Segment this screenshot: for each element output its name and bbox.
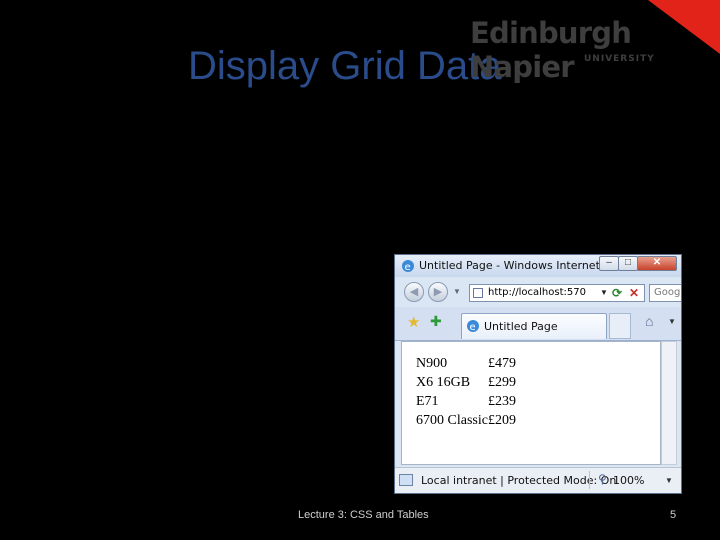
tab-label: Untitled Page xyxy=(484,320,558,333)
favorites-star-icon[interactable]: ★ xyxy=(407,313,420,331)
ie-icon: e xyxy=(402,260,414,273)
back-button[interactable]: ◀ xyxy=(404,282,424,302)
stop-icon[interactable]: ✕ xyxy=(629,286,639,300)
status-bar: Local intranet | Protected Mode: On ⚲ 10… xyxy=(395,467,681,493)
product-name: X6 16GB xyxy=(416,374,471,390)
logo-triangle-icon xyxy=(648,0,720,54)
address-bar[interactable]: http://localhost:570 ▼ ⟳ ✕ xyxy=(469,284,645,302)
intranet-icon xyxy=(399,474,413,486)
window-titlebar[interactable]: e Untitled Page - Windows Internet Ex...… xyxy=(395,255,681,277)
svg-text:e: e xyxy=(470,322,476,333)
table-row: N900 £479 xyxy=(416,354,516,373)
ie-page-icon: e xyxy=(467,320,479,333)
home-icon[interactable]: ⌂ xyxy=(645,313,653,329)
refresh-icon[interactable]: ⟳ xyxy=(612,286,622,300)
vertical-scrollbar[interactable] xyxy=(661,341,677,465)
slide-title: Display Grid Data xyxy=(188,44,502,88)
page-number: 5 xyxy=(670,509,677,521)
logo-subtitle: UNIVERSITY xyxy=(584,54,655,64)
new-tab-button[interactable] xyxy=(609,313,631,339)
minimize-button[interactable]: – xyxy=(599,256,619,271)
forward-button[interactable]: ▶ xyxy=(428,282,448,302)
university-logo: Edinburgh Napier UNIVERSITY xyxy=(466,0,720,84)
svg-text:e: e xyxy=(405,262,411,273)
history-dropdown-icon[interactable]: ▼ xyxy=(453,287,461,296)
table-row: 6700 Classic £209 xyxy=(416,411,516,430)
product-price: £479 xyxy=(488,355,516,371)
zoom-icon[interactable]: ⚲ xyxy=(598,472,607,486)
tab-untitled-page[interactable]: e Untitled Page xyxy=(461,313,607,339)
page-content: N900 £479 X6 16GB £299 E71 £239 6700 Cla… xyxy=(401,341,661,465)
maximize-button[interactable]: □ xyxy=(618,256,638,271)
grid-table: N900 £479 X6 16GB £299 E71 £239 6700 Cla… xyxy=(416,354,516,430)
zoom-level[interactable]: 100% xyxy=(613,474,644,487)
search-placeholder: Goog xyxy=(654,287,681,298)
search-input[interactable]: Goog xyxy=(649,284,681,302)
tab-bar: ★ ✚ e Untitled Page ⌂ ▼ xyxy=(395,307,681,341)
address-text[interactable]: http://localhost:570 xyxy=(488,287,598,298)
zoom-dropdown-icon[interactable]: ▼ xyxy=(665,476,673,485)
navigation-bar: ◀ ▶ ▼ http://localhost:570 ▼ ⟳ ✕ Goog xyxy=(395,277,681,307)
table-row: X6 16GB £299 xyxy=(416,373,516,392)
home-dropdown-icon[interactable]: ▼ xyxy=(668,317,676,326)
window-title: Untitled Page - Windows Internet Ex... xyxy=(419,259,628,272)
product-name: N900 xyxy=(416,355,448,371)
status-divider xyxy=(589,471,590,489)
table-row: E71 £239 xyxy=(416,392,516,411)
address-dropdown-icon[interactable]: ▼ xyxy=(600,288,608,297)
product-price: £239 xyxy=(488,393,516,409)
add-favorites-icon[interactable]: ✚ xyxy=(430,313,442,330)
product-price: £209 xyxy=(488,412,516,428)
slide-footer: Lecture 3: CSS and Tables xyxy=(298,509,429,521)
status-text: Local intranet | Protected Mode: On xyxy=(421,474,617,487)
page-icon xyxy=(473,288,483,298)
browser-window: e Untitled Page - Windows Internet Ex...… xyxy=(394,254,682,494)
product-name: 6700 Classic xyxy=(416,412,488,428)
product-name: E71 xyxy=(416,393,439,409)
product-price: £299 xyxy=(488,374,516,390)
close-button[interactable]: ✕ xyxy=(637,256,677,271)
